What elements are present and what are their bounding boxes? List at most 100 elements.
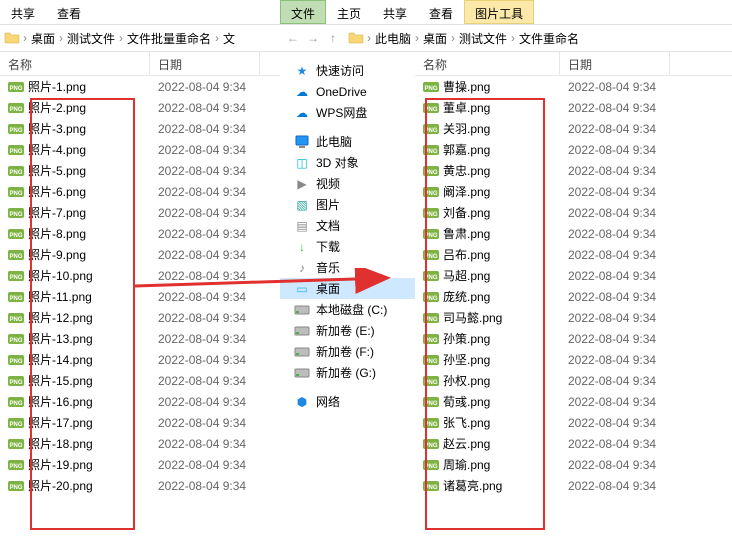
tab-4[interactable]: 图片工具 (464, 0, 534, 24)
file-row[interactable]: 孙坚.png 2022-08-04 9:34 (415, 349, 732, 370)
tab-3[interactable]: 查看 (418, 0, 464, 24)
file-row[interactable]: 照片-8.png 2022-08-04 9:34 (0, 223, 280, 244)
png-file-icon (423, 416, 439, 430)
sidebar-item-video[interactable]: ▶ 视频 (280, 173, 415, 194)
left-breadcrumb[interactable]: › 桌面 › 测试文件 › 文件批量重命名 › 文 (0, 24, 280, 52)
file-row[interactable]: 庞统.png 2022-08-04 9:34 (415, 286, 732, 307)
file-date: 2022-08-04 9:34 (150, 374, 260, 388)
file-row[interactable]: 张飞.png 2022-08-04 9:34 (415, 412, 732, 433)
sidebar-item-disk[interactable]: 本地磁盘 (C:) (280, 299, 415, 320)
file-name: 照片-17.png (28, 414, 93, 431)
file-row[interactable]: 诸葛亮.png 2022-08-04 9:34 (415, 475, 732, 496)
file-row[interactable]: 关羽.png 2022-08-04 9:34 (415, 118, 732, 139)
file-row[interactable]: 司马懿.png 2022-08-04 9:34 (415, 307, 732, 328)
png-file-icon (8, 416, 24, 430)
file-row[interactable]: 照片-13.png 2022-08-04 9:34 (0, 328, 280, 349)
file-date: 2022-08-04 9:34 (150, 416, 260, 430)
tab-share[interactable]: 共享 (0, 0, 46, 24)
file-row[interactable]: 照片-5.png 2022-08-04 9:34 (0, 160, 280, 181)
breadcrumb-item[interactable]: 文件重命名 (516, 30, 582, 47)
sidebar-item-downloads[interactable]: ↓ 下载 (280, 236, 415, 257)
file-row[interactable]: 刘备.png 2022-08-04 9:34 (415, 202, 732, 223)
file-row[interactable]: 黄忠.png 2022-08-04 9:34 (415, 160, 732, 181)
sidebar-item-3d[interactable]: ◫ 3D 对象 (280, 152, 415, 173)
tab-1[interactable]: 主页 (326, 0, 372, 24)
sidebar-item-disk[interactable]: 新加卷 (E:) (280, 320, 415, 341)
breadcrumb-item[interactable]: 测试文件 (456, 30, 510, 47)
column-header-name[interactable]: 名称 (0, 52, 150, 75)
sidebar-item-label: 图片 (316, 196, 340, 213)
sidebar-item-desktop[interactable]: ▭ 桌面 (280, 278, 415, 299)
breadcrumb-item[interactable]: 桌面 (28, 30, 58, 47)
file-name: 吕布.png (443, 246, 490, 263)
disk-icon (294, 344, 310, 360)
file-name: 周瑜.png (443, 456, 490, 473)
file-name: 照片-6.png (28, 183, 86, 200)
breadcrumb-item[interactable]: 测试文件 (64, 30, 118, 47)
file-row[interactable]: 照片-4.png 2022-08-04 9:34 (0, 139, 280, 160)
right-breadcrumb[interactable]: ← → ↑ › 此电脑 › 桌面 › 测试文件 › 文件重命名 (280, 24, 732, 52)
sidebar-item-pictures[interactable]: ▧ 图片 (280, 194, 415, 215)
column-header-name[interactable]: 名称 (415, 52, 560, 75)
file-row[interactable]: 鲁肃.png 2022-08-04 9:34 (415, 223, 732, 244)
sidebar-item-label: 视频 (316, 175, 340, 192)
png-file-icon (8, 143, 24, 157)
tab-0[interactable]: 文件 (280, 0, 326, 24)
breadcrumb-item[interactable]: 文 (220, 30, 238, 47)
file-row[interactable]: 吕布.png 2022-08-04 9:34 (415, 244, 732, 265)
file-row[interactable]: 阚泽.png 2022-08-04 9:34 (415, 181, 732, 202)
file-row[interactable]: 照片-1.png 2022-08-04 9:34 (0, 76, 280, 97)
file-date: 2022-08-04 9:34 (560, 248, 670, 262)
breadcrumb-item[interactable]: 桌面 (420, 30, 450, 47)
file-row[interactable]: 照片-6.png 2022-08-04 9:34 (0, 181, 280, 202)
up-button[interactable]: ↑ (324, 29, 342, 47)
file-row[interactable]: 照片-7.png 2022-08-04 9:34 (0, 202, 280, 223)
file-row[interactable]: 马超.png 2022-08-04 9:34 (415, 265, 732, 286)
file-row[interactable]: 董卓.png 2022-08-04 9:34 (415, 97, 732, 118)
file-row[interactable]: 照片-3.png 2022-08-04 9:34 (0, 118, 280, 139)
sidebar-item-quick[interactable]: ★ 快速访问 (280, 60, 415, 81)
file-name: 孙坚.png (443, 351, 490, 368)
file-row[interactable]: 照片-14.png 2022-08-04 9:34 (0, 349, 280, 370)
sidebar-item-onedrive[interactable]: ☁ OneDrive (280, 81, 415, 102)
file-row[interactable]: 孙策.png 2022-08-04 9:34 (415, 328, 732, 349)
tab-view[interactable]: 查看 (46, 0, 92, 24)
sidebar-item-disk[interactable]: 新加卷 (G:) (280, 362, 415, 383)
file-row[interactable]: 照片-18.png 2022-08-04 9:34 (0, 433, 280, 454)
file-row[interactable]: 照片-11.png 2022-08-04 9:34 (0, 286, 280, 307)
sidebar-item-network[interactable]: ⬢ 网络 (280, 391, 415, 412)
sidebar-item-music[interactable]: ♪ 音乐 (280, 257, 415, 278)
file-name: 照片-8.png (28, 225, 86, 242)
png-file-icon (423, 458, 439, 472)
breadcrumb-item[interactable]: 文件批量重命名 (124, 30, 214, 47)
file-row[interactable]: 周瑜.png 2022-08-04 9:34 (415, 454, 732, 475)
file-row[interactable]: 照片-17.png 2022-08-04 9:34 (0, 412, 280, 433)
file-name: 阚泽.png (443, 183, 490, 200)
back-button[interactable]: ← (284, 29, 302, 47)
file-row[interactable]: 照片-10.png 2022-08-04 9:34 (0, 265, 280, 286)
file-date: 2022-08-04 9:34 (560, 374, 670, 388)
file-row[interactable]: 孙权.png 2022-08-04 9:34 (415, 370, 732, 391)
wps-icon: ☁ (294, 105, 310, 121)
file-row[interactable]: 曹操.png 2022-08-04 9:34 (415, 76, 732, 97)
file-row[interactable]: 赵云.png 2022-08-04 9:34 (415, 433, 732, 454)
file-row[interactable]: 照片-19.png 2022-08-04 9:34 (0, 454, 280, 475)
file-row[interactable]: 照片-9.png 2022-08-04 9:34 (0, 244, 280, 265)
file-row[interactable]: 照片-15.png 2022-08-04 9:34 (0, 370, 280, 391)
sidebar-item-wps[interactable]: ☁ WPS网盘 (280, 102, 415, 123)
file-row[interactable]: 照片-20.png 2022-08-04 9:34 (0, 475, 280, 496)
sidebar-item-documents[interactable]: ▤ 文档 (280, 215, 415, 236)
file-row[interactable]: 照片-2.png 2022-08-04 9:34 (0, 97, 280, 118)
file-row[interactable]: 郭嘉.png 2022-08-04 9:34 (415, 139, 732, 160)
sidebar-item-pc[interactable]: 此电脑 (280, 131, 415, 152)
file-row[interactable]: 荀彧.png 2022-08-04 9:34 (415, 391, 732, 412)
file-row[interactable]: 照片-12.png 2022-08-04 9:34 (0, 307, 280, 328)
column-header-date[interactable]: 日期 (560, 52, 670, 75)
quick-icon: ★ (294, 63, 310, 79)
tab-2[interactable]: 共享 (372, 0, 418, 24)
column-header-date[interactable]: 日期 (150, 52, 260, 75)
forward-button[interactable]: → (304, 29, 322, 47)
breadcrumb-item[interactable]: 此电脑 (372, 30, 414, 47)
file-row[interactable]: 照片-16.png 2022-08-04 9:34 (0, 391, 280, 412)
sidebar-item-disk[interactable]: 新加卷 (F:) (280, 341, 415, 362)
